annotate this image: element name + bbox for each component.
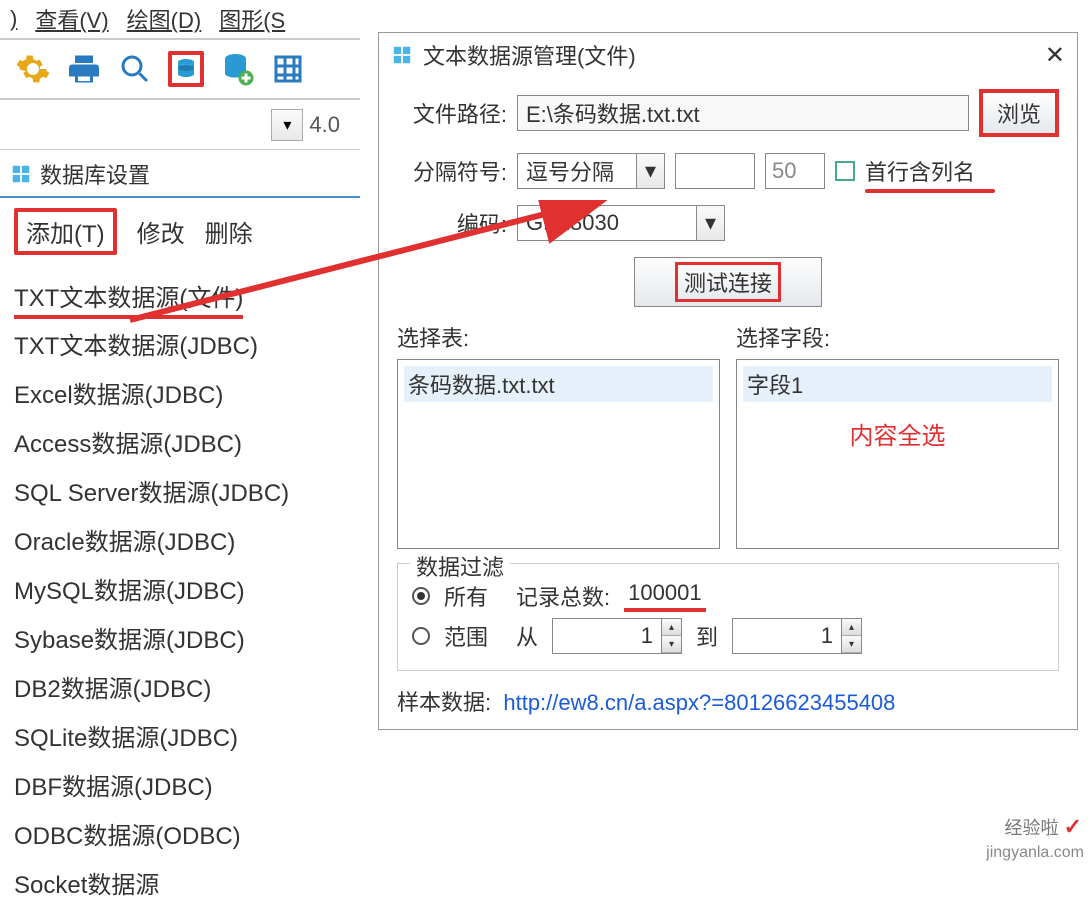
db-settings-title: 数据库设置: [40, 158, 150, 190]
zoom-row: ▾ 4.0: [0, 100, 360, 150]
settings-icon[interactable]: [15, 51, 51, 87]
menu-draw[interactable]: 绘图(D): [127, 3, 202, 35]
data-filter-group: 数据过滤 所有 记录总数: 100001 范围 从 1 ▴▾ 到 1 ▴▾: [397, 563, 1059, 671]
enc-label: 编码:: [397, 207, 507, 239]
watermark-url: jingyanla.com: [986, 844, 1084, 862]
chevron-down-icon[interactable]: ▾: [697, 205, 725, 241]
ds-excel[interactable]: Excel数据源(JDBC): [14, 368, 346, 417]
db-actions: 添加(T) 修改 删除: [0, 198, 360, 265]
field-item[interactable]: 字段1: [743, 366, 1052, 402]
to-value[interactable]: 1: [732, 618, 842, 654]
delim-custom[interactable]: [675, 153, 755, 189]
delete-button[interactable]: 删除: [205, 214, 253, 249]
dialog-titlebar: 文本数据源管理(文件) ✕: [379, 33, 1077, 77]
from-label: 从: [516, 620, 538, 652]
from-spin[interactable]: 1 ▴▾: [552, 618, 682, 654]
text-ds-dialog: 文本数据源管理(文件) ✕ 文件路径: E:\条码数据.txt.txt 浏览 分…: [378, 32, 1078, 730]
select-table-label: 选择表:: [397, 321, 720, 353]
ds-sqlite[interactable]: SQLite数据源(JDBC): [14, 711, 346, 760]
delim-label: 分隔符号:: [397, 155, 507, 187]
path-label: 文件路径:: [397, 97, 507, 129]
chevron-down-icon[interactable]: ▾: [637, 153, 665, 189]
path-field[interactable]: E:\条码数据.txt.txt: [517, 95, 969, 131]
search-icon[interactable]: [117, 51, 153, 87]
ds-txt-file[interactable]: TXT文本数据源(文件): [14, 271, 243, 319]
select-field-label: 选择字段:: [736, 321, 1059, 353]
ds-oracle[interactable]: Oracle数据源(JDBC): [14, 515, 346, 564]
field-list[interactable]: 字段1 内容全选: [736, 359, 1059, 549]
delim-combo[interactable]: 逗号分隔 ▾: [517, 153, 665, 189]
menubar: ) 查看(V) 绘图(D) 图形(S: [0, 0, 360, 40]
menu-remnant: ): [10, 6, 17, 32]
sample-link[interactable]: http://ew8.cn/a.aspx?=80126623455408: [503, 690, 895, 715]
delim-count[interactable]: 50: [765, 153, 825, 189]
test-connection-button[interactable]: 测试连接: [634, 257, 822, 307]
delim-value: 逗号分隔: [517, 153, 637, 189]
radio-range-label: 范围: [444, 620, 488, 652]
sample-label: 样本数据:: [397, 690, 491, 715]
ds-odbc[interactable]: ODBC数据源(ODBC): [14, 809, 346, 858]
database-icon[interactable]: [168, 51, 204, 87]
ds-socket[interactable]: Socket数据源: [14, 858, 346, 907]
toolbar: [0, 40, 360, 100]
table-list[interactable]: 条码数据.txt.txt: [397, 359, 720, 549]
edit-button[interactable]: 修改: [137, 214, 185, 249]
radio-range[interactable]: [412, 627, 430, 645]
ds-sqlserver[interactable]: SQL Server数据源(JDBC): [14, 466, 346, 515]
ds-access[interactable]: Access数据源(JDBC): [14, 417, 346, 466]
print-icon[interactable]: [66, 51, 102, 87]
enc-value: GB18030: [517, 205, 697, 241]
from-value[interactable]: 1: [552, 618, 662, 654]
table-item[interactable]: 条码数据.txt.txt: [404, 366, 713, 402]
dialog-icon: [391, 44, 413, 66]
first-row-label: 首行含列名: [865, 155, 975, 187]
first-row-checkbox[interactable]: [835, 161, 855, 181]
record-count: 100001: [624, 580, 705, 612]
grid-icon[interactable]: [270, 51, 306, 87]
zoom-dropdown[interactable]: ▾: [271, 109, 303, 141]
menu-shapes[interactable]: 图形(S: [219, 3, 285, 35]
to-label: 到: [696, 620, 718, 652]
radio-all-label: 所有: [444, 580, 488, 612]
filter-title: 数据过滤: [410, 550, 510, 582]
select-all-note: 内容全选: [743, 416, 1052, 451]
test-label: 测试连接: [675, 262, 781, 302]
watermark-logo: 经验啦 ✓: [1005, 814, 1082, 840]
dialog-title: 文本数据源管理(文件): [423, 39, 1045, 71]
ds-sybase[interactable]: Sybase数据源(JDBC): [14, 613, 346, 662]
ds-db2[interactable]: DB2数据源(JDBC): [14, 662, 346, 711]
zoom-value: 4.0: [309, 112, 340, 138]
add-button[interactable]: 添加(T): [14, 208, 117, 255]
db-settings-header: 数据库设置: [0, 150, 360, 198]
ds-mysql[interactable]: MySQL数据源(JDBC): [14, 564, 346, 613]
close-icon[interactable]: ✕: [1045, 41, 1065, 70]
ds-dbf[interactable]: DBF数据源(JDBC): [14, 760, 346, 809]
db-settings-icon: [10, 163, 32, 185]
radio-all[interactable]: [412, 587, 430, 605]
datasource-list: TXT文本数据源(文件) TXT文本数据源(JDBC) Excel数据源(JDB…: [0, 265, 360, 913]
record-count-label: 记录总数:: [516, 580, 610, 612]
ds-txt-jdbc[interactable]: TXT文本数据源(JDBC): [14, 319, 346, 368]
enc-combo[interactable]: GB18030 ▾: [517, 205, 725, 241]
database-add-icon[interactable]: [219, 51, 255, 87]
browse-button[interactable]: 浏览: [979, 89, 1059, 137]
menu-view[interactable]: 查看(V): [35, 3, 108, 35]
to-spin[interactable]: 1 ▴▾: [732, 618, 862, 654]
